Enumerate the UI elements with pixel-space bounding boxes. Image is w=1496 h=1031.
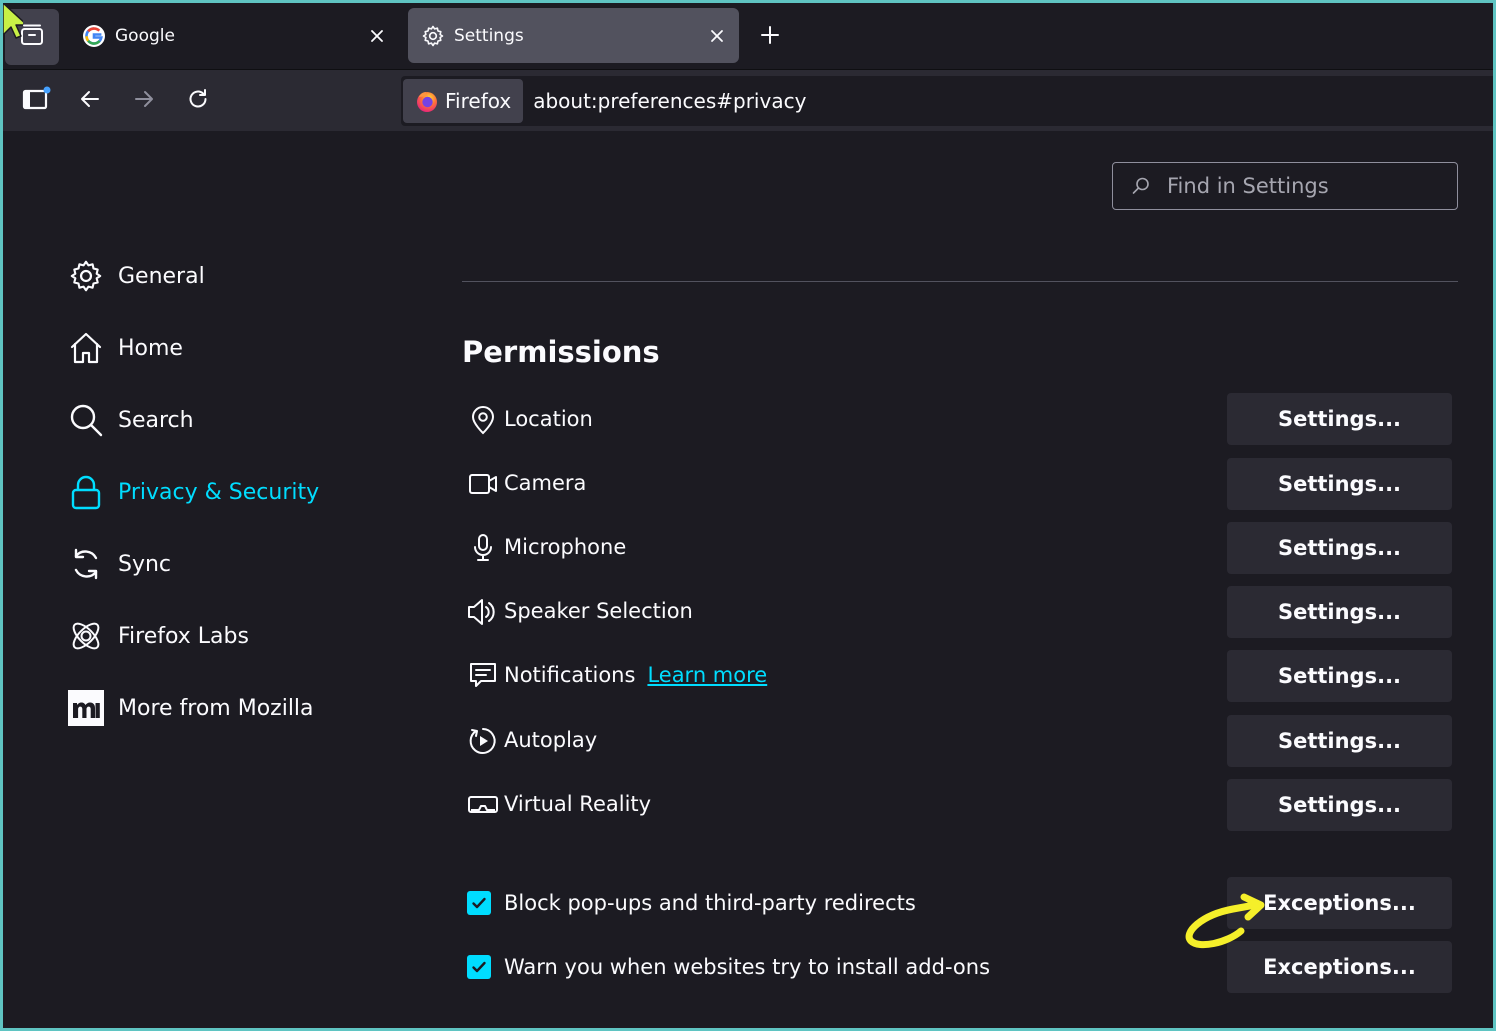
checkbox-label: Block pop-ups and third-party redirects — [504, 891, 916, 915]
section-heading: Permissions — [462, 335, 660, 369]
back-button[interactable] — [72, 83, 108, 119]
microphone-settings-button[interactable]: Settings... — [1227, 522, 1452, 574]
permission-label: Notifications — [504, 663, 636, 687]
settings-page: General Home Search Privacy & Security S — [3, 131, 1493, 1028]
close-icon[interactable] — [701, 20, 733, 52]
reload-icon — [186, 87, 210, 115]
sidebar-item-label: Firefox Labs — [118, 623, 249, 649]
reload-button[interactable] — [180, 83, 216, 119]
section-divider — [462, 281, 1458, 282]
autoplay-settings-button[interactable]: Settings... — [1227, 715, 1452, 767]
speaker-icon — [467, 596, 499, 628]
sidebar-item-label: Sync — [118, 551, 172, 577]
notification-icon — [467, 660, 499, 692]
gear-icon — [420, 23, 446, 49]
permission-label: Camera — [504, 471, 587, 495]
atom-icon — [67, 617, 105, 655]
notifications-settings-button[interactable]: Settings... — [1227, 650, 1452, 702]
plus-icon — [760, 25, 780, 49]
mozilla-m-icon — [67, 689, 105, 727]
navigation-toolbar: Firefox about:preferences#privacy — [3, 69, 1493, 131]
sidebar-toggle-button[interactable] — [18, 83, 54, 119]
block-popups-checkbox[interactable] — [467, 891, 491, 915]
sidebar-item-label: Home — [118, 335, 183, 361]
sync-icon — [67, 545, 105, 583]
gear-icon — [67, 257, 105, 295]
search-icon — [1131, 176, 1151, 196]
sidebar-item-more-from-mozilla[interactable]: More from Mozilla — [67, 688, 314, 728]
warn-addons-row[interactable]: Warn you when websites try to install ad… — [467, 947, 990, 987]
sidebar-item-privacy-security[interactable]: Privacy & Security — [67, 472, 319, 512]
camera-icon — [467, 468, 499, 500]
find-in-settings[interactable] — [1112, 162, 1458, 210]
url-text[interactable]: about:preferences#privacy — [533, 89, 806, 113]
vr-settings-button[interactable]: Settings... — [1227, 779, 1452, 831]
identity-label: Firefox — [445, 89, 512, 113]
location-pin-icon — [467, 404, 499, 436]
search-input[interactable] — [1167, 174, 1437, 198]
arrow-right-icon — [132, 87, 156, 115]
browser-window: Google Settings Firefox about:preference… — [3, 3, 1493, 1028]
block-popups-row[interactable]: Block pop-ups and third-party redirects — [467, 883, 916, 923]
sidebar-item-label: Search — [118, 407, 194, 433]
sidebar-item-label: Privacy & Security — [118, 479, 320, 505]
microphone-icon — [467, 532, 499, 564]
mouse-cursor-icon — [3, 3, 23, 39]
new-tab-button[interactable] — [754, 21, 786, 53]
home-icon — [67, 329, 105, 367]
sidebar-item-firefox-labs[interactable]: Firefox Labs — [67, 616, 249, 656]
sidebar-item-sync[interactable]: Sync — [67, 544, 171, 584]
identity-box[interactable]: Firefox — [403, 79, 524, 123]
sidebar-item-general[interactable]: General — [67, 256, 205, 296]
close-icon[interactable] — [361, 20, 393, 52]
warn-addons-checkbox[interactable] — [467, 955, 491, 979]
permission-label: Microphone — [504, 535, 627, 559]
sidebar-item-label: More from Mozilla — [118, 695, 314, 721]
tab-label: Google — [115, 25, 175, 46]
permission-label: Location — [504, 407, 593, 431]
camera-settings-button[interactable]: Settings... — [1227, 458, 1452, 510]
sidebar-icon — [21, 86, 51, 116]
location-settings-button[interactable]: Settings... — [1227, 393, 1452, 445]
url-bar[interactable]: Firefox about:preferences#privacy — [401, 76, 1493, 126]
search-icon — [67, 401, 105, 439]
tab-google[interactable]: Google — [69, 8, 399, 63]
lock-icon — [67, 473, 105, 511]
tab-settings[interactable]: Settings — [408, 8, 739, 63]
tab-strip: Google Settings — [3, 3, 1493, 71]
sidebar-item-label: General — [118, 263, 205, 289]
sidebar-item-search[interactable]: Search — [67, 400, 194, 440]
sidebar-item-home[interactable]: Home — [67, 328, 183, 368]
vr-headset-icon — [467, 789, 499, 821]
speaker-settings-button[interactable]: Settings... — [1227, 586, 1452, 638]
permission-label: Speaker Selection — [504, 599, 693, 623]
google-g-icon — [81, 23, 107, 49]
arrow-left-icon — [78, 87, 102, 115]
permission-label: Virtual Reality — [504, 792, 652, 816]
tab-label: Settings — [454, 25, 524, 46]
checkbox-label: Warn you when websites try to install ad… — [504, 955, 991, 979]
firefox-logo-icon — [415, 89, 439, 113]
learn-more-link[interactable]: Learn more — [647, 663, 767, 687]
permission-label: Autoplay — [504, 728, 598, 752]
forward-button[interactable] — [126, 83, 162, 119]
annotation-arrow-icon — [1185, 893, 1265, 949]
autoplay-icon — [467, 725, 499, 757]
